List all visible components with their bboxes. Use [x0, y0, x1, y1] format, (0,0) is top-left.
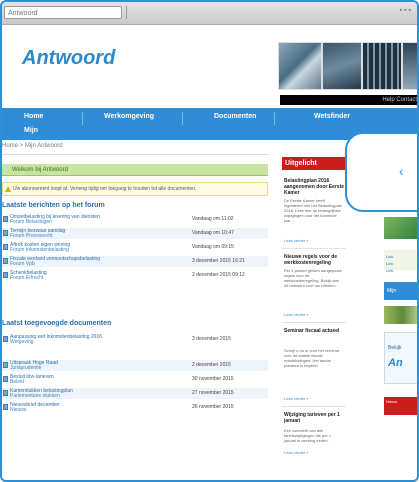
row-date: 26 november 2015	[192, 404, 234, 410]
breadcrumb[interactable]: Home > Mijn Antwoord	[2, 143, 63, 149]
header-photo	[278, 42, 322, 90]
table-row[interactable]: Kamerstukken belastingplan Parlementaire…	[2, 388, 268, 399]
table-row[interactable]: Aftrek kosten eigen woning Forum Inkomst…	[2, 242, 268, 253]
document-icon	[3, 376, 8, 382]
top-links-bar[interactable]: Help Contact	[280, 95, 417, 105]
welcome-bar: Welkom bij Antwoord	[2, 164, 268, 176]
nav-item-mijn[interactable]: Mijn	[24, 127, 38, 134]
row-subtitle[interactable]: Forum Erfrecht	[10, 275, 43, 281]
header-photo	[402, 42, 417, 90]
notice-banner: Uw abonnement loopt af. Verleng tijdig o…	[2, 182, 268, 196]
nav-item-home[interactable]: Home	[24, 113, 43, 120]
row-date: 2 december 2015	[192, 362, 231, 368]
divider	[282, 322, 346, 323]
ad-text: Bekijk	[388, 345, 402, 351]
row-subtitle[interactable]: Parlementaire stukken	[10, 393, 60, 399]
row-date: 30 november 2015	[192, 376, 234, 382]
table-row[interactable]: Omzetbelasting bij levering van diensten…	[2, 214, 268, 225]
document-icon	[3, 258, 8, 264]
header-photo	[322, 42, 362, 90]
news-body: Schrijf u nu in voor het seminar over de…	[284, 348, 340, 368]
row-subtitle[interactable]: Forum Inkomstenbelasting	[10, 247, 69, 253]
document-icon	[3, 336, 8, 342]
sidebar-link[interactable]: Link	[386, 254, 393, 259]
nav-divider	[182, 112, 183, 125]
site-logo[interactable]: Antwoord	[22, 47, 115, 70]
document-icon	[3, 244, 8, 250]
read-more-link[interactable]: Lees verder »	[284, 238, 308, 243]
row-subtitle[interactable]: Forum Vpb	[10, 261, 35, 267]
nav-item-documenten[interactable]: Documenten	[214, 113, 256, 120]
browser-toolbar: Antwoord ▪ ▪ ▪	[2, 2, 417, 25]
table-row[interactable]: Fiscale eenheid vennootschapsbelasting F…	[2, 256, 268, 267]
table-row[interactable]: Schenkbelasting Forum Erfrecht 2 decembe…	[2, 270, 268, 281]
news-body: Een overzicht van alle tariefswijziginge…	[284, 428, 332, 443]
divider	[2, 154, 268, 155]
divider	[282, 406, 346, 407]
news-title[interactable]: Seminar fiscaal actueel	[284, 328, 346, 334]
divider	[282, 248, 346, 249]
nav-divider	[274, 112, 275, 125]
zoom-callout: ‹	[345, 132, 417, 212]
row-subtitle[interactable]: Forum Belastingen	[10, 219, 52, 225]
nav-item-werkomgeving[interactable]: Werkomgeving	[104, 113, 154, 120]
table-row[interactable]: Uitspraak Hoge Raad Jurisprudentie 2 dec…	[2, 360, 268, 371]
address-bar[interactable]: Antwoord	[4, 6, 122, 19]
row-date: 3 december 2015	[192, 336, 231, 342]
row-date: Vandaag om 11:02	[192, 216, 234, 222]
nav-divider	[82, 112, 83, 125]
news-body: De Eerste Kamer heeft ingestemd met het …	[284, 198, 343, 223]
notice-text: Uw abonnement loopt af. Verleng tijdig o…	[13, 186, 197, 192]
news-body: Per 1 januari gelden aangepaste regels v…	[284, 268, 342, 288]
document-icon	[3, 272, 8, 278]
warning-icon	[5, 186, 11, 192]
row-date: Vandaag om 10:47	[192, 230, 234, 236]
document-icon	[3, 390, 8, 396]
table-row[interactable]: Termijn bezwaar aanslag Forum Procesrech…	[2, 228, 268, 239]
news-title[interactable]: Belastingplan 2016 aangenomen door Eerst…	[284, 178, 346, 196]
document-icon	[3, 230, 8, 236]
toolbar-divider	[126, 6, 127, 19]
read-more-link[interactable]: Lees verder »	[284, 450, 308, 455]
row-subtitle[interactable]: Nieuws	[10, 407, 26, 413]
read-more-link[interactable]: Lees verder »	[284, 396, 308, 401]
ad-brand[interactable]: An	[388, 357, 403, 369]
row-subtitle[interactable]: Forum Procesrecht	[10, 233, 53, 239]
header-photo	[362, 42, 402, 90]
document-icon	[3, 362, 8, 368]
row-date: 27 november 2015	[192, 390, 234, 396]
section-title-forum[interactable]: Laatste berichten op het forum	[2, 202, 105, 209]
document-icon	[3, 216, 8, 222]
document-icon	[3, 404, 8, 410]
sidebar-link[interactable]: Link	[386, 268, 393, 273]
section-title-documents[interactable]: Laatst toegevoegde documenten	[2, 320, 111, 327]
row-date: 3 december 2015 16:21	[192, 258, 245, 264]
row-subtitle[interactable]: Beleid	[10, 379, 24, 385]
chevron-left-icon: ‹	[399, 163, 404, 179]
promo-image[interactable]	[384, 217, 417, 239]
table-row[interactable]: Nieuwsbrief december Nieuws 26 november …	[2, 402, 268, 413]
promo-image[interactable]	[384, 306, 417, 324]
red-promo-box[interactable]: Nieuw	[384, 397, 417, 415]
row-subtitle[interactable]: Wetgeving	[10, 339, 34, 345]
window-controls[interactable]: ▪ ▪ ▪	[400, 7, 411, 14]
table-row[interactable]: Aanpassing wet inkomstenbelasting 2016 W…	[2, 334, 268, 345]
sidebar-heading[interactable]: Mijn	[384, 282, 417, 300]
news-title[interactable]: Wijziging tarieven per 1 januari	[284, 412, 346, 424]
browser-window: Antwoord ▪ ▪ ▪ Antwoord Help Contact Hom…	[0, 0, 419, 482]
news-title[interactable]: Nieuwe regels voor de werkkostenregeling	[284, 254, 346, 266]
sidebar-link[interactable]: Link	[386, 261, 393, 266]
row-date: 2 december 2015 09:12	[192, 272, 245, 278]
row-date: Vandaag om 09:15	[192, 244, 234, 250]
news-heading: Uitgelicht	[282, 157, 346, 170]
nav-item-wetsfinder[interactable]: Wetsfinder	[314, 113, 350, 120]
table-row[interactable]: Besluit btw-tarieven Beleid 30 november …	[2, 374, 268, 385]
row-subtitle[interactable]: Jurisprudentie	[10, 365, 41, 371]
promo-image[interactable]	[384, 250, 417, 270]
read-more-link[interactable]: Lees verder »	[284, 312, 308, 317]
